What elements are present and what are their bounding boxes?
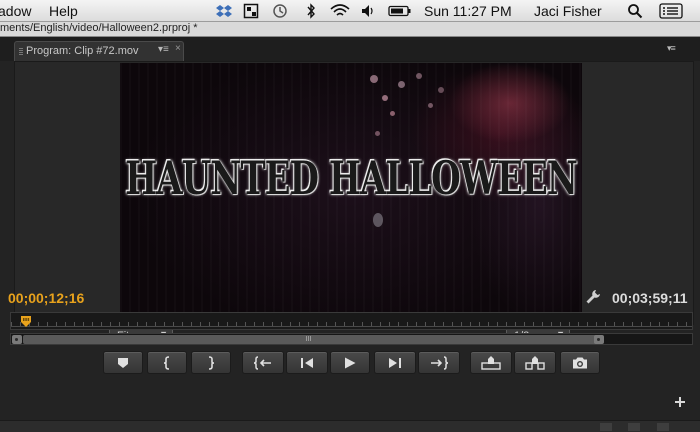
duration-timecode: 00;03;59;11 — [612, 290, 688, 306]
go-to-out-icon — [431, 355, 448, 370]
bottom-strip-segment — [628, 423, 640, 431]
lift-icon — [481, 355, 501, 370]
wrench-icon[interactable] — [585, 289, 601, 305]
panel-menu-icon[interactable]: ▾≡ — [667, 43, 676, 54]
add-marker-button[interactable] — [103, 351, 143, 374]
menu-help[interactable]: Help — [49, 3, 78, 19]
time-ruler[interactable] — [10, 312, 693, 330]
notification-list-icon[interactable] — [659, 3, 683, 19]
menubar-user[interactable]: Jaci Fisher — [534, 3, 602, 19]
wifi-icon[interactable] — [330, 3, 350, 19]
tab-close-icon[interactable]: × — [175, 43, 181, 54]
tab-grip[interactable] — [19, 48, 23, 56]
lift-button[interactable] — [470, 351, 512, 374]
panel-tab-strip: Program: Clip #72.mov ▾≡ × ▾≡ — [0, 37, 700, 61]
go-to-out-button[interactable] — [418, 351, 460, 374]
bottom-strip-segment — [657, 423, 669, 431]
zoom-scroll-grip — [306, 336, 312, 341]
step-back-icon — [301, 357, 313, 368]
mark-out-icon — [208, 355, 215, 370]
document-path-bar: ments/English/video/Halloween2.prproj * — [0, 22, 700, 37]
document-path: ments/English/video/Halloween2.prproj * — [0, 22, 198, 34]
marker-icon — [118, 357, 128, 368]
video-title-overlay: HAUNTED HALLOWEEN — [125, 152, 578, 206]
battery-icon[interactable] — [388, 3, 412, 19]
menubar-clock[interactable]: Sun 11:27 PM — [424, 3, 512, 19]
mark-in-icon — [163, 355, 170, 370]
zoom-scroll-left-handle[interactable] — [12, 335, 22, 344]
play-button[interactable] — [330, 351, 370, 374]
zoom-scroll-right-handle[interactable] — [594, 335, 604, 344]
menu-bar: adow Help Sun 11:27 PM Jaci Fisher — [0, 0, 700, 22]
time-machine-icon[interactable] — [272, 3, 288, 19]
ruler-baseline — [11, 326, 692, 327]
export-frame-button[interactable] — [560, 351, 600, 374]
button-editor-plus-icon[interactable] — [673, 395, 687, 409]
zoom-scrollbar[interactable] — [10, 333, 693, 345]
mark-in-button[interactable] — [147, 351, 187, 374]
extract-button[interactable] — [514, 351, 556, 374]
spotlight-icon[interactable] — [627, 3, 643, 19]
go-to-in-icon — [254, 355, 271, 370]
bottom-panel-strip — [0, 420, 700, 432]
step-forward-button[interactable] — [374, 351, 416, 374]
tab-program-monitor[interactable]: Program: Clip #72.mov ▾≡ — [14, 41, 184, 61]
volume-icon[interactable] — [360, 3, 376, 19]
step-forward-icon — [389, 357, 401, 368]
playhead[interactable] — [21, 316, 31, 328]
zoom-scroll-thumb[interactable] — [23, 335, 603, 344]
go-to-in-button[interactable] — [242, 351, 284, 374]
extract-icon — [525, 355, 545, 370]
camera-icon — [573, 357, 587, 368]
dropbox-icon[interactable] — [216, 3, 232, 19]
video-frame[interactable]: HAUNTED HALLOWEEN — [120, 63, 582, 322]
bottom-strip-segment — [600, 423, 612, 431]
current-timecode[interactable]: 00;00;12;16 — [8, 290, 84, 306]
step-back-button[interactable] — [286, 351, 328, 374]
mark-out-button[interactable] — [191, 351, 231, 374]
tab-label: Program: Clip #72.mov — [26, 45, 139, 57]
tab-menu-icon[interactable]: ▾≡ — [158, 44, 169, 55]
menu-window[interactable]: adow — [0, 3, 31, 19]
window-icon[interactable] — [243, 3, 259, 19]
play-icon — [345, 357, 356, 368]
bluetooth-icon[interactable] — [303, 3, 319, 19]
